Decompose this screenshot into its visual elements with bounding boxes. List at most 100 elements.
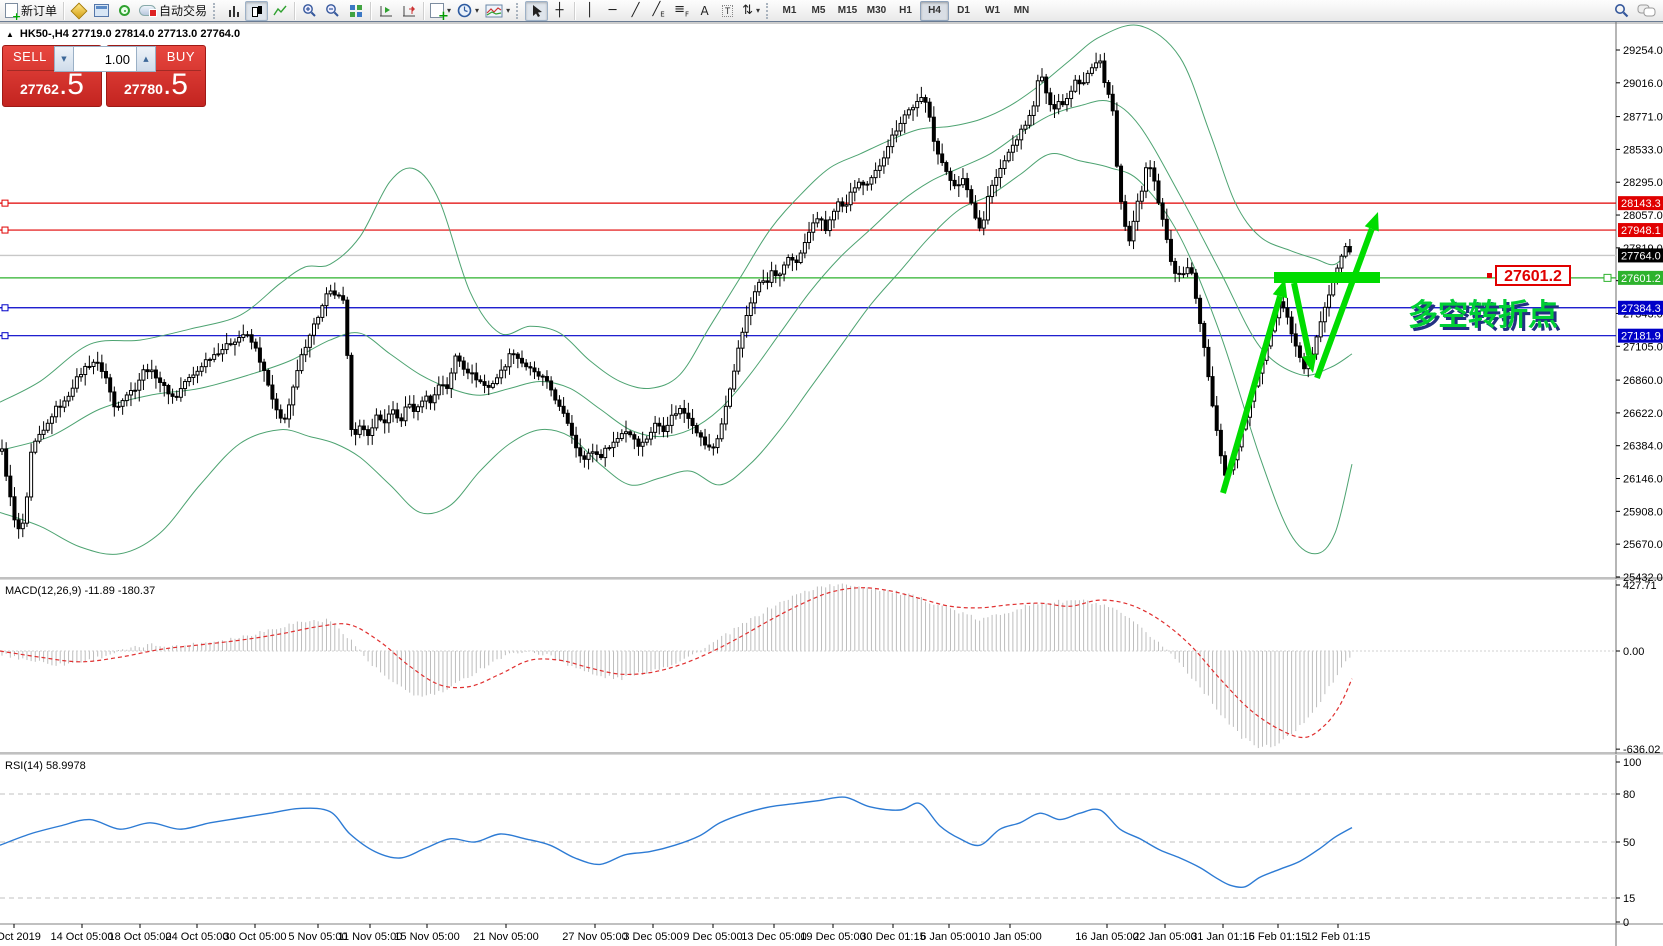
profiles-button[interactable]: ▾ <box>454 1 482 21</box>
crosshair-tool-button[interactable]: ┼ <box>548 1 571 21</box>
cursor-tool-button[interactable] <box>525 1 548 21</box>
search-icon[interactable] <box>1614 3 1629 18</box>
tab-w1[interactable]: W1 <box>978 1 1007 21</box>
collapse-triangle-icon[interactable]: ▲ <box>6 30 14 39</box>
volume-input[interactable] <box>74 47 136 71</box>
svg-text:27181.9: 27181.9 <box>1621 331 1661 343</box>
svg-text:6 Jan 05:00: 6 Jan 05:00 <box>920 931 978 943</box>
layouts-icon <box>70 2 87 19</box>
horizontal-line-icon: ─ <box>609 4 617 17</box>
candlestick-chart-icon <box>251 5 263 17</box>
svg-text:9 Dec 05:00: 9 Dec 05:00 <box>683 931 742 943</box>
text-icon: A <box>700 5 708 17</box>
svg-text:27105.0: 27105.0 <box>1623 341 1663 353</box>
svg-text:10 Jan 05:00: 10 Jan 05:00 <box>978 931 1042 943</box>
tab-m1[interactable]: M1 <box>775 1 804 21</box>
new-order-button[interactable]: + 新订单 <box>2 1 60 21</box>
metaeditor-button[interactable] <box>90 1 113 21</box>
svg-text:19 Dec 05:00: 19 Dec 05:00 <box>800 931 865 943</box>
svg-text:18 Oct 05:00: 18 Oct 05:00 <box>109 931 172 943</box>
text-tool-button[interactable]: A <box>693 1 716 21</box>
rsi-pane: 1008050150 <box>0 757 1641 929</box>
svg-text:28771.0: 28771.0 <box>1623 112 1663 124</box>
trade-annotation: 多空转折点多空转折点 <box>1223 212 1561 493</box>
time-axis[interactable]: 8 Oct 201914 Oct 05:0018 Oct 05:0024 Oct… <box>0 924 1370 943</box>
svg-text:3 Dec 05:00: 3 Dec 05:00 <box>623 931 682 943</box>
svg-text:22 Jan 05:00: 22 Jan 05:00 <box>1133 931 1197 943</box>
volume-down-button[interactable]: ▼ <box>55 47 74 71</box>
bar-chart-button[interactable] <box>222 1 245 21</box>
new-chart-button[interactable]: + ▾ <box>427 1 454 21</box>
tester-icon <box>119 5 130 16</box>
arrows-tool-button[interactable]: ⇅▾ <box>739 1 763 21</box>
svg-text:25670.0: 25670.0 <box>1623 539 1663 551</box>
svg-text:27764.0: 27764.0 <box>1621 250 1661 262</box>
tab-m5[interactable]: M5 <box>804 1 833 21</box>
macd-axis: 427.710.00-636.02 <box>1616 580 1660 756</box>
fibonacci-tool-button[interactable]: ≡F <box>670 1 693 21</box>
turning-point-text: 多空转折点 <box>1408 299 1558 332</box>
tab-h1[interactable]: H1 <box>891 1 920 21</box>
indicators-caret-icon: ▾ <box>506 6 510 15</box>
tab-m15[interactable]: M15 <box>833 1 862 21</box>
svg-text:28057.0: 28057.0 <box>1623 210 1663 222</box>
indicators-button[interactable]: ▾ <box>482 1 513 21</box>
chart-shift-button[interactable] <box>397 1 420 21</box>
zoom-out-button[interactable] <box>321 1 344 21</box>
label-tool-button[interactable]: T <box>716 1 739 21</box>
vertical-line-icon: │ <box>586 4 594 17</box>
svg-text:28295.0: 28295.0 <box>1623 177 1663 189</box>
svg-text:80: 80 <box>1623 789 1635 801</box>
chat-icon[interactable] <box>1637 3 1657 18</box>
auto-scroll-icon <box>378 4 394 18</box>
svg-text:26384.0: 26384.0 <box>1623 441 1663 453</box>
buy-label: BUY <box>167 49 195 64</box>
sell-price: 27762.5 <box>3 68 101 102</box>
svg-text:28143.3: 28143.3 <box>1621 198 1661 210</box>
autotrading-button[interactable]: 自动交易 <box>136 1 210 21</box>
svg-text:26860.0: 26860.0 <box>1623 375 1663 387</box>
svg-text:21 Nov 05:00: 21 Nov 05:00 <box>473 931 538 943</box>
vline-tool-button[interactable]: │ <box>578 1 601 21</box>
price-label-annotation[interactable]: 27601.2 <box>1487 266 1611 285</box>
zoom-in-button[interactable] <box>298 1 321 21</box>
tab-d1[interactable]: D1 <box>949 1 978 21</box>
sell-label: SELL <box>13 49 47 64</box>
mt4-window: + 新订单 自动交易 <box>0 0 1663 946</box>
symbol-ohlc-text: HK50-,H4 27719.0 27814.0 27713.0 27764.0 <box>20 28 240 40</box>
tab-m30[interactable]: M30 <box>862 1 891 21</box>
svg-text:-636.02: -636.02 <box>1623 744 1660 756</box>
auto-scroll-button[interactable] <box>374 1 397 21</box>
hline-tool-button[interactable]: ─ <box>601 1 624 21</box>
volume-up-button[interactable]: ▲ <box>136 47 155 71</box>
svg-text:30 Dec 01:15: 30 Dec 01:15 <box>860 931 925 943</box>
chart-canvas[interactable]: 29254.029016.028771.028533.028295.028057… <box>0 22 1663 946</box>
layouts-button[interactable] <box>67 1 90 21</box>
svg-text:27 Nov 05:00: 27 Nov 05:00 <box>562 931 627 943</box>
svg-text:11 Nov 05:00: 11 Nov 05:00 <box>338 931 403 943</box>
tester-button[interactable] <box>113 1 136 21</box>
svg-text:28533.0: 28533.0 <box>1623 144 1663 156</box>
macd-label: MACD(12,26,9) -11.89 -180.37 <box>5 585 155 597</box>
one-click-trading-panel: SELL 27762.5 BUY 27780.5 ▼ ▲ <box>2 45 208 107</box>
label-icon: T <box>722 5 734 17</box>
svg-text:24 Oct 05:00: 24 Oct 05:00 <box>166 931 229 943</box>
svg-text:13 Dec 05:00: 13 Dec 05:00 <box>741 931 806 943</box>
channel-tool-button[interactable]: ╱E <box>647 1 670 21</box>
candlestick-chart-button[interactable] <box>245 1 268 21</box>
tab-h4[interactable]: H4 <box>920 1 949 21</box>
svg-text:25908.0: 25908.0 <box>1623 506 1663 518</box>
svg-text:15 Nov 05:00: 15 Nov 05:00 <box>394 931 459 943</box>
symbol-ohlc-line: ▲ HK50-,H4 27719.0 27814.0 27713.0 27764… <box>6 28 240 40</box>
tab-mn[interactable]: MN <box>1007 1 1036 21</box>
line-chart-button[interactable] <box>268 1 291 21</box>
bar-chart-icon <box>228 5 240 17</box>
zoom-in-icon <box>302 3 317 18</box>
volume-control: ▼ ▲ <box>54 46 156 72</box>
trendline-tool-button[interactable]: ╱ <box>624 1 647 21</box>
svg-text:31 Jan 01:15: 31 Jan 01:15 <box>1191 931 1255 943</box>
tile-windows-button[interactable] <box>344 1 367 21</box>
buy-price: 27780.5 <box>107 68 205 102</box>
autotrading-icon <box>139 5 156 16</box>
bollinger-middle <box>0 100 1352 450</box>
